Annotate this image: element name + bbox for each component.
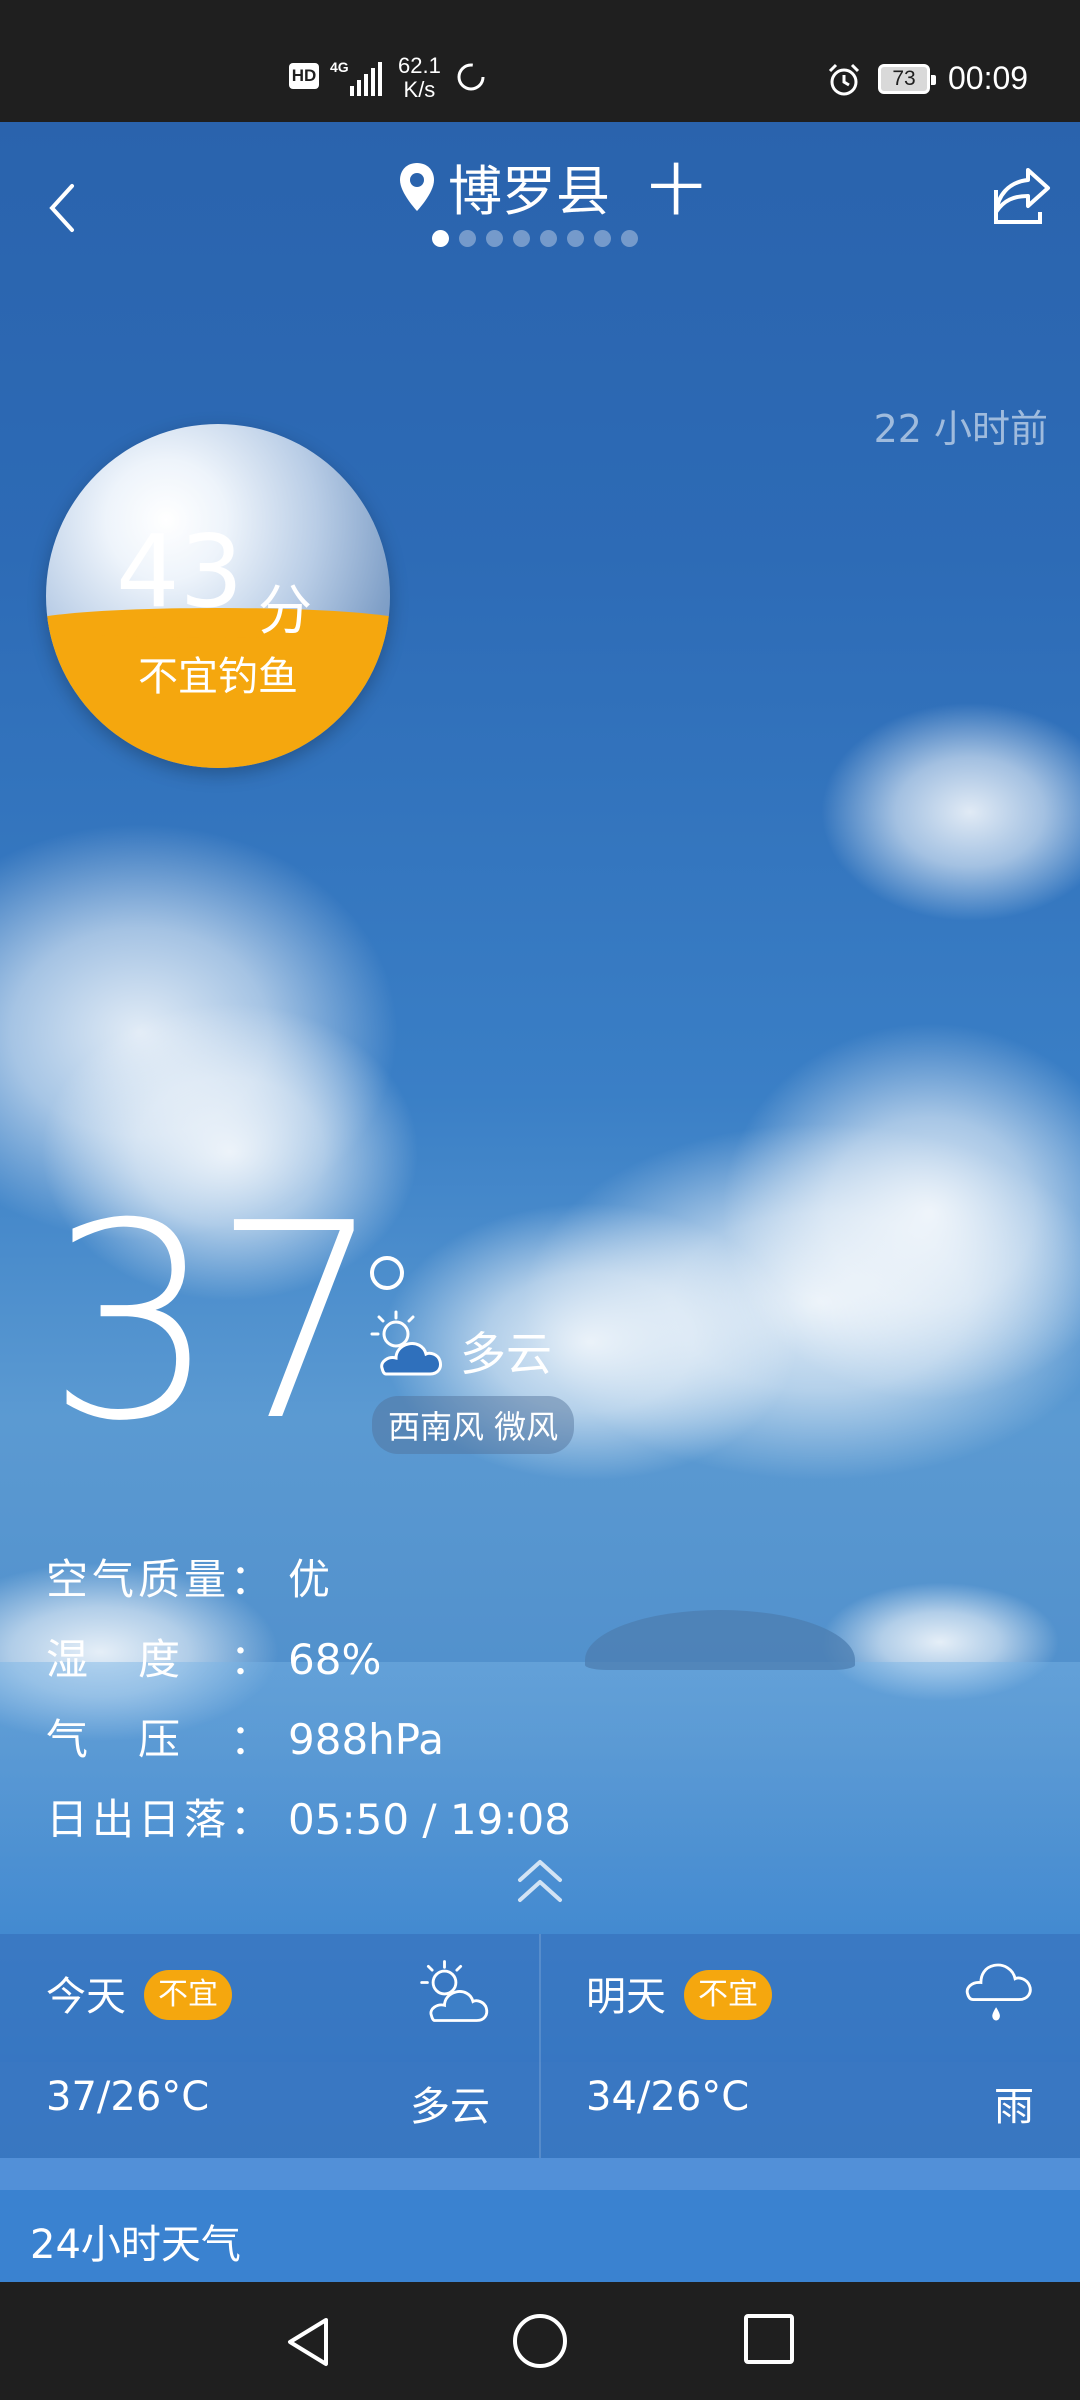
current-temperature: 37: [46, 1165, 384, 1480]
page-dot: [540, 230, 557, 247]
nav-back-icon[interactable]: [282, 2314, 334, 2370]
forecast-temperature: 34/26°C: [586, 2074, 750, 2120]
detail-value: 05:50 / 19:08: [288, 1795, 571, 1844]
fishing-score-ball[interactable]: 43 分 不宜钓鱼: [46, 424, 390, 768]
city-name: 博罗县: [448, 160, 610, 223]
clock: 00:09: [948, 60, 1029, 96]
update-time: 22 小时前: [873, 407, 1048, 451]
network-speed: 62.1 K/s: [398, 54, 441, 102]
add-city-button[interactable]: 十: [648, 146, 704, 227]
forecast-temperature: 37/26°C: [46, 2074, 210, 2120]
nav-recents-icon[interactable]: [744, 2314, 794, 2364]
fishing-badge: 不宜: [144, 1970, 232, 2020]
hourly-weather-title: 24小时天气: [30, 2222, 241, 2268]
page-indicator: [432, 230, 638, 247]
location-pin-icon: [400, 162, 434, 211]
chevron-up-icon[interactable]: [514, 1858, 566, 1904]
degree-icon: [370, 1256, 404, 1290]
detail-key: 空气质量：: [46, 1555, 272, 1604]
forecast-condition: 雨: [994, 2084, 1034, 2130]
page-dot: [567, 230, 584, 247]
navigation-bar: [0, 2282, 1080, 2400]
speed-unit: K/s: [403, 77, 436, 102]
panel-separator: [0, 2158, 1080, 2190]
detail-row: 空气质量： 优: [46, 1540, 571, 1620]
forecast-day: 今天: [46, 1974, 126, 2020]
forecast-tomorrow[interactable]: 明天 不宜 34/26°C 雨: [540, 1934, 1078, 2158]
forecast-day: 明天: [586, 1974, 666, 2020]
hourly-weather-section[interactable]: 24小时天气: [0, 2190, 1080, 2282]
page-dot: [621, 230, 638, 247]
detail-value: 优: [288, 1555, 331, 1604]
page-dot: [459, 230, 476, 247]
detail-key: 日出日落：: [46, 1795, 272, 1844]
fishing-score: 43: [116, 513, 244, 630]
sync-icon: [457, 63, 485, 91]
back-icon[interactable]: [44, 178, 80, 238]
detail-value: 988hPa: [288, 1715, 444, 1764]
island: [585, 1610, 855, 1670]
page-dot: [594, 230, 611, 247]
hd-icon: HD: [289, 63, 319, 89]
detail-key: 气压：: [46, 1715, 272, 1764]
current-condition: 多云: [460, 1327, 552, 1381]
page-dot: [513, 230, 530, 247]
fishing-verdict: 不宜钓鱼: [138, 654, 298, 700]
forecast-condition: 多云: [410, 2084, 490, 2130]
forecast-today[interactable]: 今天 不宜 37/26°C 多云: [0, 1934, 538, 2158]
page-dot: [432, 230, 449, 247]
signal-icon: [350, 62, 382, 96]
detail-row: 日出日落： 05:50 / 19:08: [46, 1780, 571, 1860]
network-type: 4G: [330, 59, 349, 75]
speed-value: 62.1: [398, 53, 441, 78]
wind-badge: 西南风 微风: [372, 1396, 575, 1454]
nav-home-icon[interactable]: [513, 2314, 567, 2368]
page-dot: [486, 230, 503, 247]
detail-value: 68%: [288, 1635, 382, 1684]
city-selector[interactable]: 博罗县 十: [398, 146, 704, 227]
forecast-panel: 今天 不宜 37/26°C 多云 明天 不宜 34/26°C 雨: [0, 1934, 1080, 2158]
status-bar: HD 4G 62.1 K/s 73 00:09: [0, 0, 1080, 122]
alarm-icon: [828, 63, 860, 96]
weather-details: 空气质量： 优湿度： 68% 气压： 988hPa 日出日落： 05:50 / 19:08: [46, 1540, 571, 1860]
detail-row: 湿度： 68%: [46, 1620, 571, 1700]
fishing-badge: 不宜: [684, 1970, 772, 2020]
detail-key: 湿度：: [46, 1635, 272, 1684]
fishing-score-unit: 分: [258, 579, 312, 642]
share-icon[interactable]: [988, 166, 1052, 226]
battery-icon: 73: [878, 64, 936, 94]
partly-cloudy-icon: [370, 1310, 442, 1376]
detail-row: 气压： 988hPa: [46, 1700, 571, 1780]
partly-cloudy-icon: [420, 1960, 489, 2022]
rain-icon: [965, 1963, 1032, 2021]
